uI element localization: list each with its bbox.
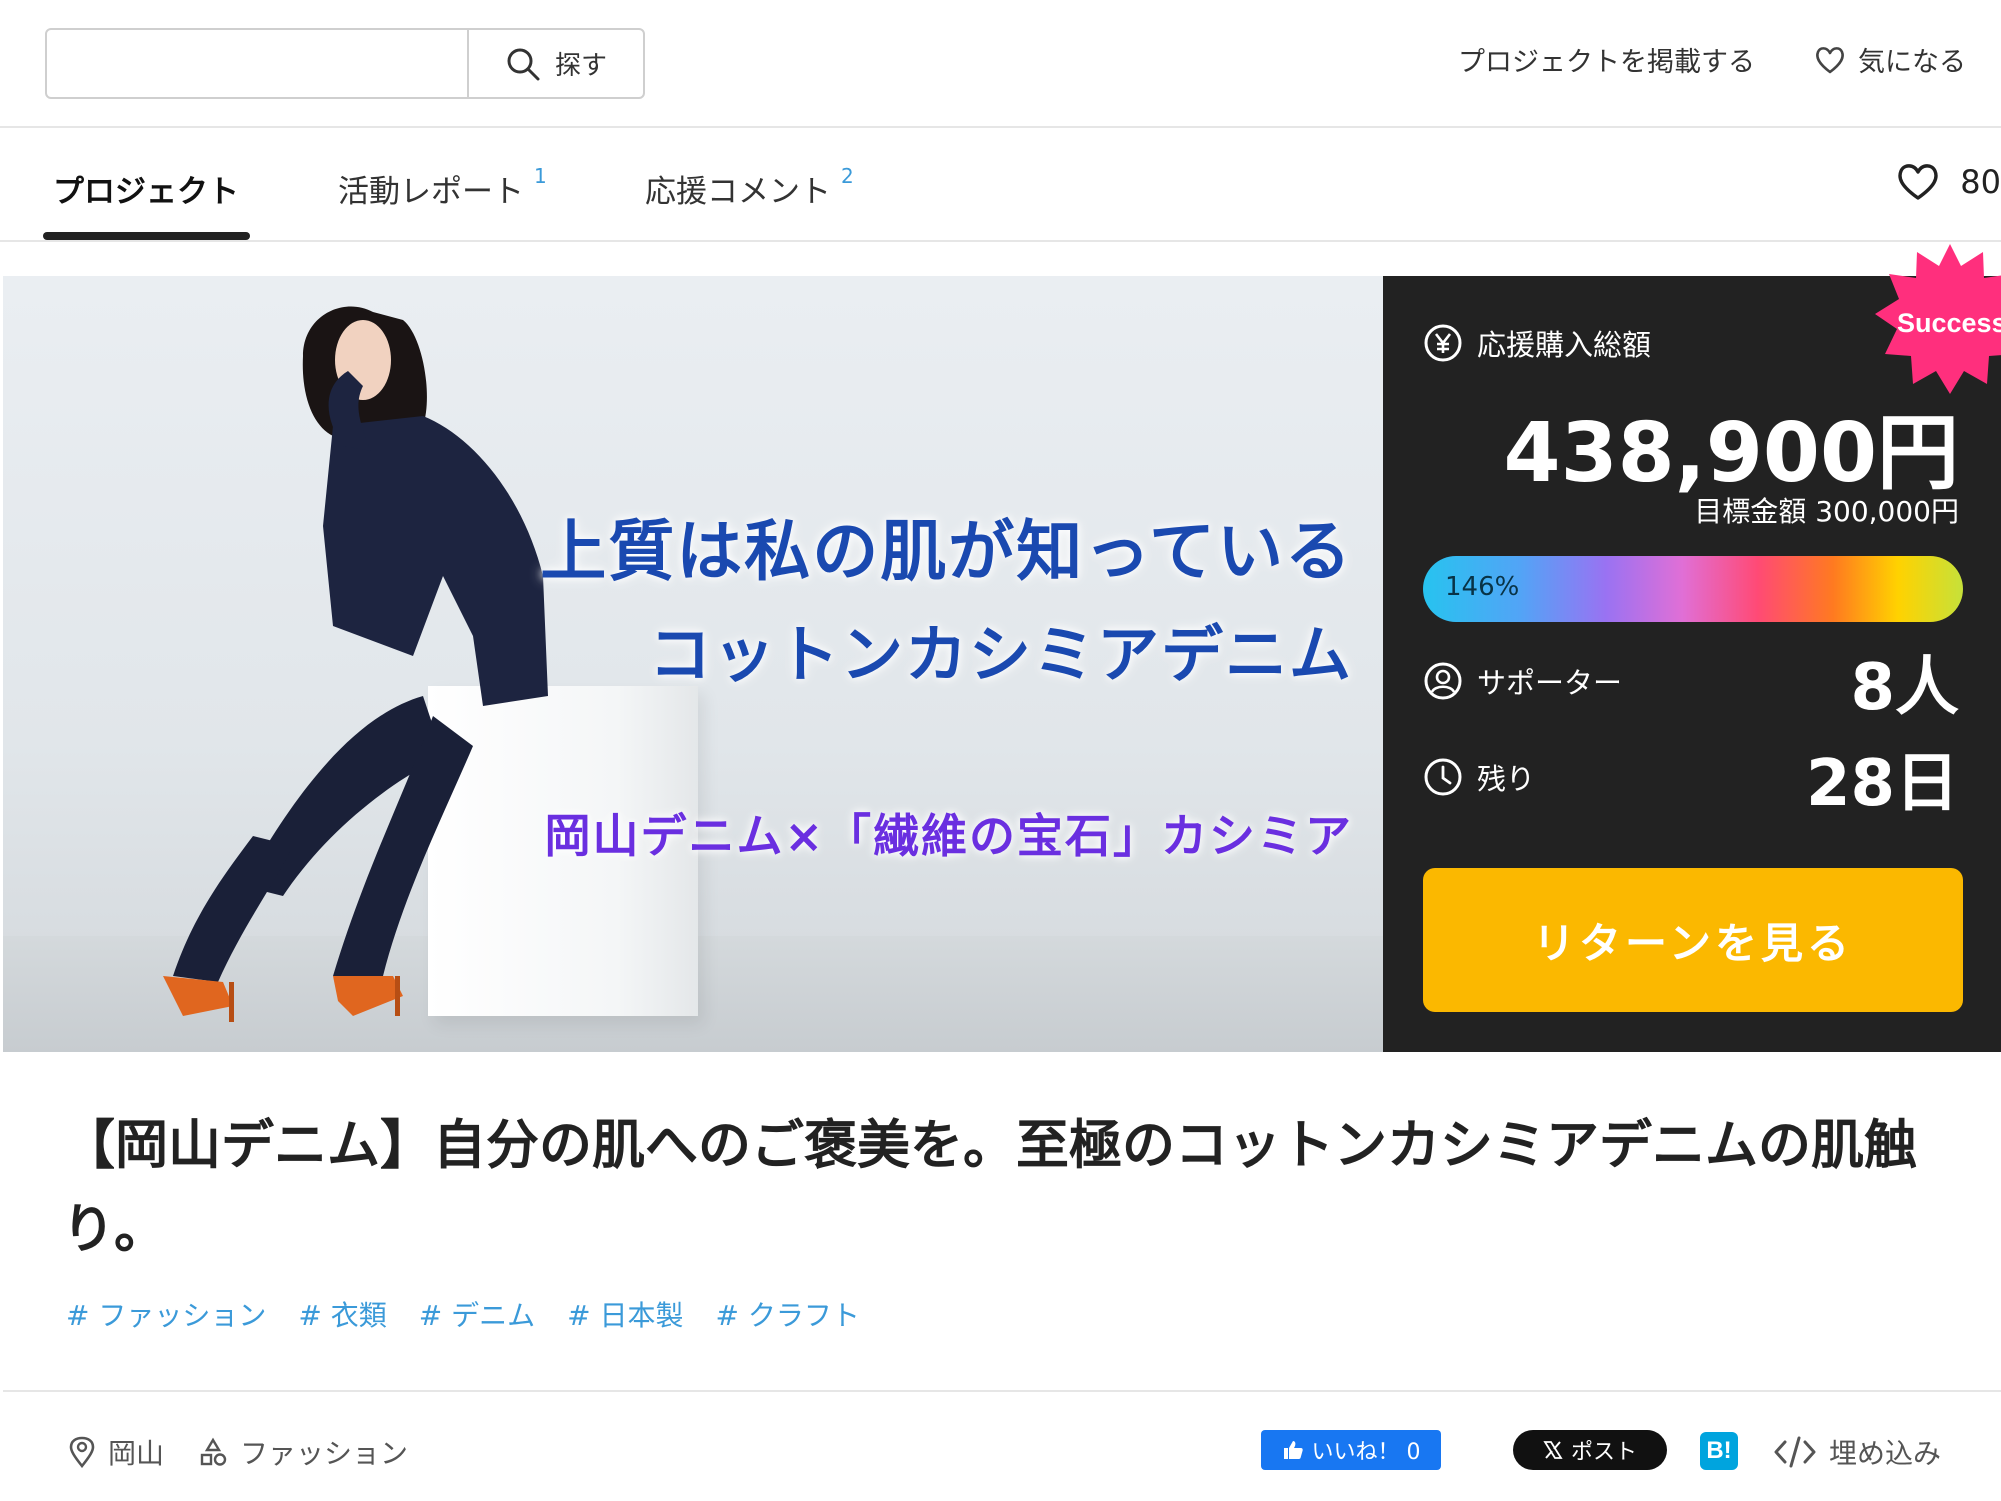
heart-icon (1898, 164, 1938, 200)
like-count-value: 80 (1960, 163, 2001, 201)
heart-icon (1816, 46, 1844, 73)
tab-activity-report-label: 活動レポート (338, 174, 524, 210)
progress-bar: 146% (1423, 556, 1963, 622)
search-input[interactable] (47, 30, 467, 97)
remaining-label: 残り (1477, 762, 1536, 796)
thumbs-up-icon (1283, 1441, 1303, 1459)
embed-link[interactable]: 埋め込み (1773, 1432, 1941, 1472)
site-header: 探す プロジェクトを掲載する 気になる (0, 0, 2001, 128)
remaining-value: 28日 (1805, 747, 1959, 821)
post-project-link[interactable]: プロジェクトを掲載する (1458, 40, 1755, 79)
tab-project[interactable]: プロジェクト (53, 166, 239, 211)
total-amount: 438,900円 (1503, 406, 1959, 501)
supporters-value: 8人 (1850, 651, 1959, 725)
goal-amount: 目標金額 300,000円 (1694, 495, 1959, 528)
tag-made-in-japan[interactable]: # 日本製 (567, 1294, 683, 1334)
shapes-icon (200, 1437, 227, 1466)
hero-headline: 上質は私の肌が知っている (540, 512, 1353, 590)
search-icon (507, 48, 540, 80)
tab-support-comments-count: 2 (841, 164, 854, 188)
tab-support-comments[interactable]: 応援コメント 2 (645, 164, 854, 211)
favorite-link[interactable]: 気になる (1814, 40, 1966, 79)
x-post-button[interactable]: ポスト (1513, 1430, 1667, 1470)
search-box: 探す (45, 28, 645, 99)
tag-craft[interactable]: # クラフト (716, 1294, 860, 1334)
tab-project-label: プロジェクト (53, 174, 239, 210)
tag-denim[interactable]: # デニム (419, 1294, 535, 1334)
yen-icon (1424, 324, 1462, 362)
success-badge-label: Success (1897, 308, 2001, 338)
facebook-like-button[interactable]: いいね！ 0 (1261, 1430, 1441, 1470)
remaining-row: 残り (1423, 756, 1535, 798)
tab-activity-report-count: 1 (534, 164, 547, 188)
progress-percent: 146% (1445, 572, 1520, 602)
tab-activity-report[interactable]: 活動レポート 1 (338, 164, 547, 211)
facebook-like-label: いいね！ 0 (1311, 1440, 1421, 1465)
active-tab-indicator (43, 232, 250, 240)
embed-label: 埋め込み (1829, 1437, 1942, 1470)
hero-image: 上質は私の肌が知っている コットンカシミアデニム 岡山デニム×「繊維の宝石」カシ… (3, 276, 1383, 1052)
total-label: 応援購入総額 (1477, 328, 1652, 362)
supporters-label: サポーター (1477, 666, 1623, 700)
project-tabs: プロジェクト 活動レポート 1 応援コメント 2 (0, 128, 2001, 242)
category-link[interactable]: ファッション (198, 1432, 408, 1472)
search-button[interactable]: 探す (467, 30, 643, 97)
page: 探す プロジェクトを掲載する 気になる プロジェクト 活動レポート 1 応援コメン… (0, 0, 2001, 1501)
clock-icon (1424, 758, 1462, 796)
like-counter[interactable]: 80 (1896, 162, 2001, 202)
map-pin-icon (69, 1436, 95, 1468)
project-title: 【岡山デニム】自分の肌へのご褒美を。至極のコットンカシミアデニムの肌触り。 (62, 1115, 1917, 1260)
tag-clothing[interactable]: # 衣類 (298, 1294, 386, 1334)
location-link[interactable]: 岡山 (68, 1432, 164, 1472)
total-label-row: 応援購入総額 (1423, 322, 1651, 364)
post-project-label: プロジェクトを掲載する (1458, 47, 1755, 78)
category-label: ファッション (240, 1437, 409, 1470)
x-logo-icon (1543, 1441, 1563, 1459)
code-icon (1774, 1436, 1816, 1468)
hero-subheadline: コットンカシミアデニム (648, 618, 1353, 691)
model-illustration (163, 306, 548, 1022)
divider (3, 1390, 2001, 1392)
tab-support-comments-label: 応援コメント (645, 174, 831, 210)
supporters-row: サポーター (1423, 660, 1622, 702)
location-label: 岡山 (108, 1437, 165, 1470)
x-post-label: ポスト (1570, 1440, 1637, 1465)
search-button-label: 探す (554, 51, 607, 81)
hero-tagline: 岡山デニム×「繊維の宝石」カシミア (544, 809, 1353, 863)
user-icon (1424, 662, 1462, 700)
favorite-label: 気になる (1858, 47, 1966, 78)
view-returns-button[interactable]: リターンを見る (1423, 868, 1963, 1012)
tag-fashion[interactable]: # ファッション (66, 1294, 266, 1334)
tag-list: # ファッション # 衣類 # デニム # 日本製 # クラフト (66, 1294, 860, 1334)
hatena-bookmark-button[interactable]: B! (1700, 1432, 1738, 1470)
